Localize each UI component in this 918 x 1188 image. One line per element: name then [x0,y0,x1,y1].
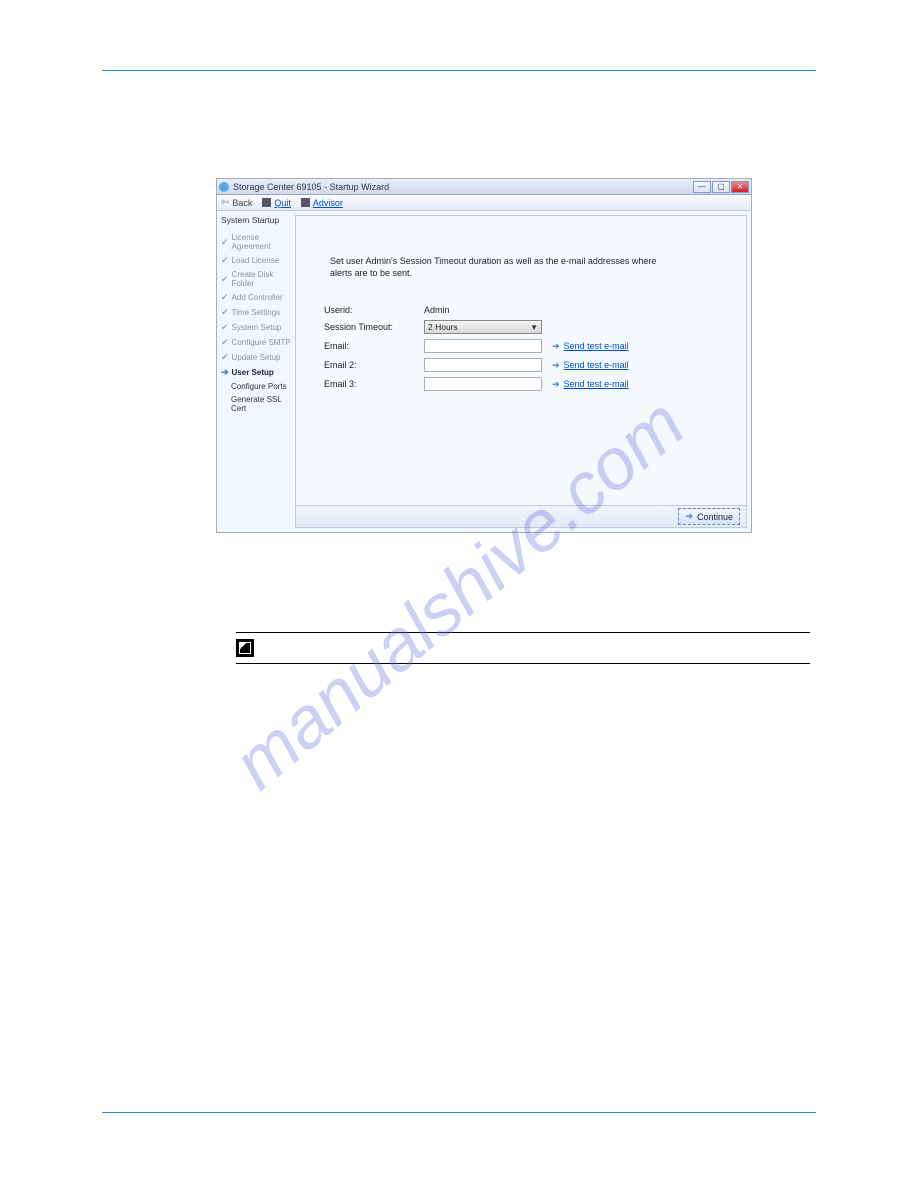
sidebar-step-8[interactable]: ➔User Setup [219,365,293,380]
email-label-0: Email: [324,341,416,351]
window-titlebar: Storage Center 69105 - Startup Wizard — … [217,179,751,195]
send-test-link-1[interactable]: ➔ Send test e-mail [552,360,726,371]
advisor-icon [301,198,310,207]
send-test-link-2[interactable]: ➔ Send test e-mail [552,379,726,390]
arrow-right-icon: ➔ [552,379,560,390]
check-icon: ✔ [221,337,229,348]
check-icon: ✔ [221,352,229,363]
sidebar-step-label: License Agreement [232,233,293,251]
minimize-button[interactable]: — [693,181,711,193]
continue-label: Continue [697,512,733,522]
page-top-rule [102,70,816,71]
check-icon: ✔ [221,307,229,318]
session-timeout-select[interactable]: 2 Hours ▼ [424,320,542,334]
sidebar-step-label: Create Disk Folder [232,270,293,288]
instruction-text: Set user Admin's Session Timeout duratio… [324,256,726,279]
check-icon: ✔ [221,255,229,266]
arrow-right-icon: ➔ [552,360,560,371]
sidebar-step-label: System Setup [232,323,282,332]
sidebar-step-label: Configure Ports [231,382,287,391]
sidebar-step-3[interactable]: ✔Add Controller [219,290,293,305]
page-bottom-rule [102,1112,816,1113]
userid-value: Admin [424,305,544,315]
session-timeout-label: Session Timeout: [324,322,416,332]
sidebar-step-0[interactable]: ✔License Agreement [219,231,293,253]
userid-label: Userid: [324,305,416,315]
sidebar-step-7[interactable]: ✔Update Setup [219,350,293,365]
app-icon [219,182,229,192]
email-label-2: Email 3: [324,379,416,389]
check-icon: ✔ [221,274,229,285]
sidebar-title: System Startup [219,215,293,225]
quit-icon [262,198,271,207]
check-icon: ✔ [221,237,229,248]
sidebar-step-label: Update Setup [232,353,281,362]
sidebar-step-label: Time Settings [232,308,281,317]
sidebar-step-label: Configure SMTP [232,338,291,347]
wizard-body: System Startup ✔License Agreement✔Load L… [217,211,751,532]
document-note-block [236,632,810,664]
wizard-footer: ➔ Continue [296,505,746,527]
back-arrow-icon: ⇦ [221,197,229,208]
sidebar-step-label: Add Controller [232,293,283,302]
continue-arrow-icon: ➔ [685,511,693,522]
window-title: Storage Center 69105 - Startup Wizard [233,182,692,192]
continue-button[interactable]: ➔ Continue [678,508,740,525]
email-field-1[interactable] [424,358,542,372]
send-test-link-0[interactable]: ➔ Send test e-mail [552,341,726,352]
sidebar-step-2[interactable]: ✔Create Disk Folder [219,268,293,290]
sidebar-step-4[interactable]: ✔Time Settings [219,305,293,320]
chevron-down-icon: ▼ [530,323,538,332]
check-icon: ✔ [221,292,229,303]
sidebar-step-label: Generate SSL Cert [231,395,293,413]
sidebar-step-10[interactable]: Generate SSL Cert [219,393,293,415]
email-field-0[interactable] [424,339,542,353]
back-button[interactable]: ⇦ Back [221,197,252,208]
send-test-label: Send test e-mail [564,341,629,351]
sidebar-step-label: User Setup [232,368,274,377]
quit-button[interactable]: Quit [262,198,291,208]
email-field-2[interactable] [424,377,542,391]
wizard-sidebar: System Startup ✔License Agreement✔Load L… [217,211,295,532]
check-icon: ✔ [221,322,229,333]
wizard-content-panel: Set user Admin's Session Timeout duratio… [295,215,747,528]
sidebar-step-6[interactable]: ✔Configure SMTP [219,335,293,350]
quit-label: Quit [274,198,291,208]
send-test-label: Send test e-mail [564,360,629,370]
session-timeout-value: 2 Hours [428,322,458,332]
advisor-label: Advisor [313,198,343,208]
send-test-label: Send test e-mail [564,379,629,389]
sidebar-step-label: Load License [232,256,280,265]
wizard-toolbar: ⇦ Back Quit Advisor [217,195,751,211]
email-label-1: Email 2: [324,360,416,370]
sidebar-step-1[interactable]: ✔Load License [219,253,293,268]
maximize-button[interactable]: ▢ [712,181,730,193]
advisor-button[interactable]: Advisor [301,198,343,208]
arrow-right-icon: ➔ [221,367,229,378]
sidebar-step-5[interactable]: ✔System Setup [219,320,293,335]
startup-wizard-window: Storage Center 69105 - Startup Wizard — … [216,178,752,533]
close-button[interactable]: ✕ [731,181,749,193]
note-bottom-rule [236,663,810,664]
note-icon [236,639,254,657]
back-label: Back [232,198,252,208]
sidebar-step-9[interactable]: Configure Ports [219,380,293,393]
arrow-right-icon: ➔ [552,341,560,352]
